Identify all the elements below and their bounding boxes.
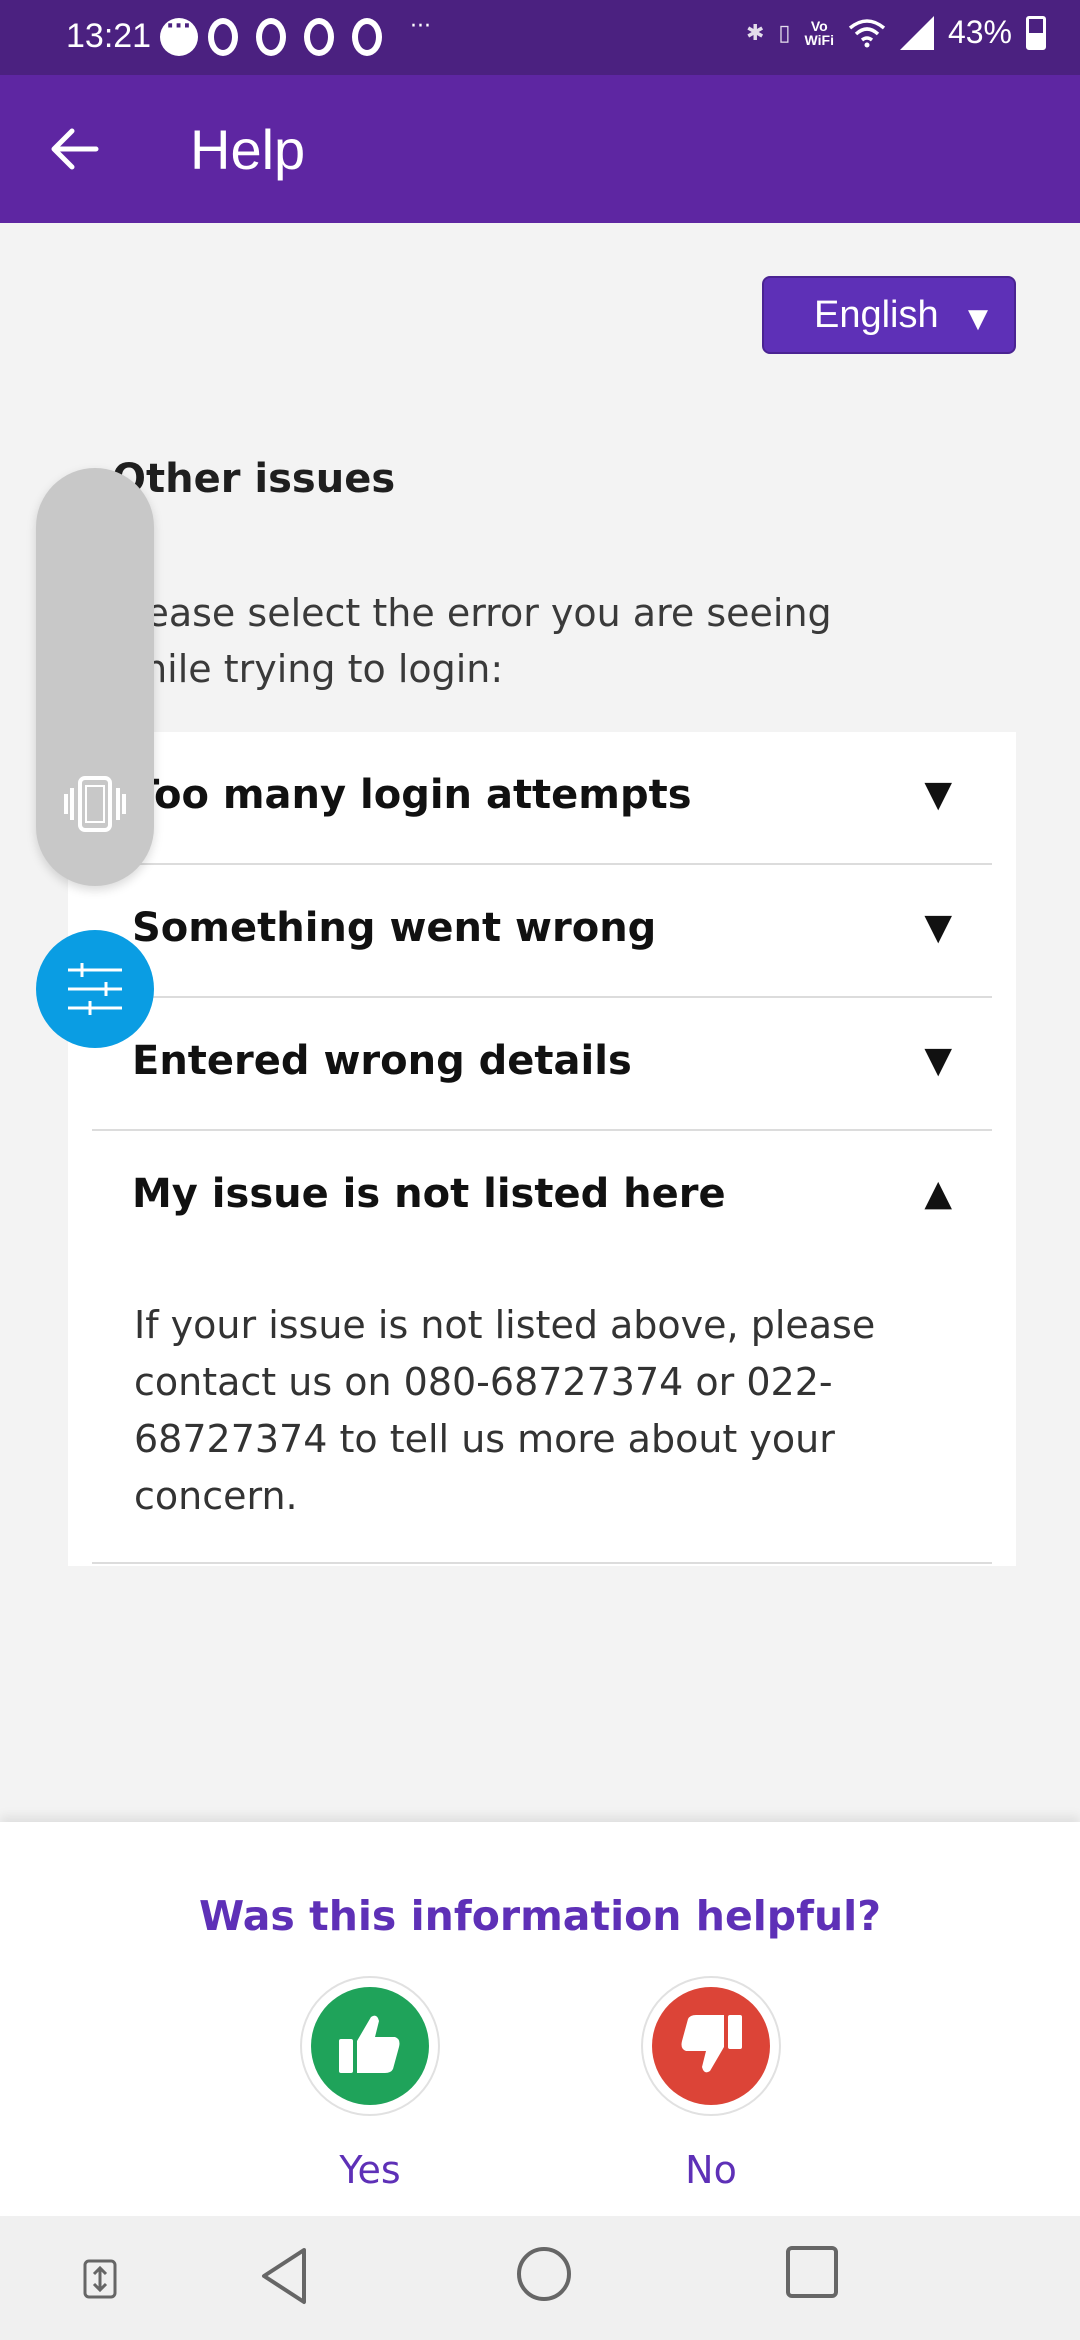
language-selected: English	[814, 294, 939, 336]
yes-label: Yes	[339, 2148, 401, 2192]
battery-percent: 43%	[947, 14, 1012, 50]
chevron-down-icon: ▼	[924, 774, 952, 815]
divider	[92, 1562, 992, 1564]
more-notifications-icon: ···	[410, 14, 431, 39]
thumbs-up-background	[311, 1987, 429, 2105]
accordion-item-label: Something went wrong	[132, 905, 657, 951]
section-title: Other issues	[112, 456, 396, 502]
cell-signal-icon	[899, 15, 934, 50]
thumbs-down-button[interactable]	[641, 1976, 781, 2116]
battery-icon	[1026, 15, 1046, 50]
accordion-item-entered-wrong-details[interactable]: Entered wrong details ▼	[92, 998, 992, 1131]
opera-notification-icon	[352, 18, 382, 56]
opera-notification-icon	[256, 18, 286, 56]
thumbs-down-icon	[681, 2015, 742, 2073]
accordion-expanded-text: If your issue is not listed above, pleas…	[134, 1303, 876, 1518]
nav-recents-icon[interactable]	[784, 2244, 840, 2300]
issue-accordion: Too many login attempts ▼ Something went…	[68, 732, 1016, 1566]
feedback-question: Was this information helpful?	[198, 1892, 882, 1940]
system-nav-bar	[0, 2216, 1080, 2340]
chevron-up-icon: ▲	[924, 1173, 952, 1214]
accordion-item-label: Entered wrong details	[132, 1038, 632, 1084]
back-arrow-icon[interactable]	[44, 115, 104, 183]
accordion-item-something-went-wrong[interactable]: Something went wrong ▼	[92, 865, 992, 998]
chevron-down-icon: ▼	[924, 1040, 952, 1081]
feedback-panel: Was this information helpful? Yes No	[0, 1822, 1080, 2216]
status-time: 13:21	[66, 17, 152, 55]
thumbs-up-button[interactable]	[300, 1976, 440, 2116]
no-label: No	[685, 2148, 737, 2192]
sliders-icon	[68, 963, 122, 1015]
chevron-down-icon: ▼	[924, 907, 952, 948]
instruction-text: Please select the error you are seeing w…	[112, 591, 832, 691]
language-dropdown[interactable]: English ▼	[762, 276, 1016, 354]
thumbs-up-icon	[339, 2015, 400, 2073]
app-bar: Help	[0, 75, 1080, 223]
accordion-item-label: Too many login attempts	[132, 772, 692, 818]
thumbs-down-background	[652, 1987, 770, 2105]
vibrate-status-icon: ▯	[778, 19, 791, 45]
floating-settings-button[interactable]	[36, 930, 154, 1048]
accordion-item-too-many-login-attempts[interactable]: Too many login attempts ▼	[92, 732, 992, 865]
vowifi-icon: Vo WiFi	[804, 17, 834, 48]
chat-notification-icon	[160, 14, 198, 56]
vibrate-icon	[64, 776, 126, 832]
wifi-icon	[848, 18, 886, 47]
status-bar: 13:21 ··· ✱ ▯ VoWiFi 43%	[0, 0, 1080, 75]
page-title: Help	[190, 118, 306, 181]
bluetooth-icon: ✱	[745, 19, 765, 45]
accordion-item-issue-not-listed[interactable]: My issue is not listed here ▲	[92, 1131, 992, 1264]
nav-home-icon[interactable]	[514, 2244, 574, 2304]
screen-pin-icon[interactable]	[82, 2258, 118, 2300]
nav-back-icon[interactable]	[256, 2244, 312, 2308]
opera-notification-icon	[208, 18, 238, 56]
floating-vibrate-toggle[interactable]	[36, 468, 154, 886]
chevron-down-icon: ▼	[968, 304, 988, 334]
accordion-item-label: My issue is not listed here	[132, 1171, 726, 1217]
opera-notification-icon	[304, 18, 334, 56]
